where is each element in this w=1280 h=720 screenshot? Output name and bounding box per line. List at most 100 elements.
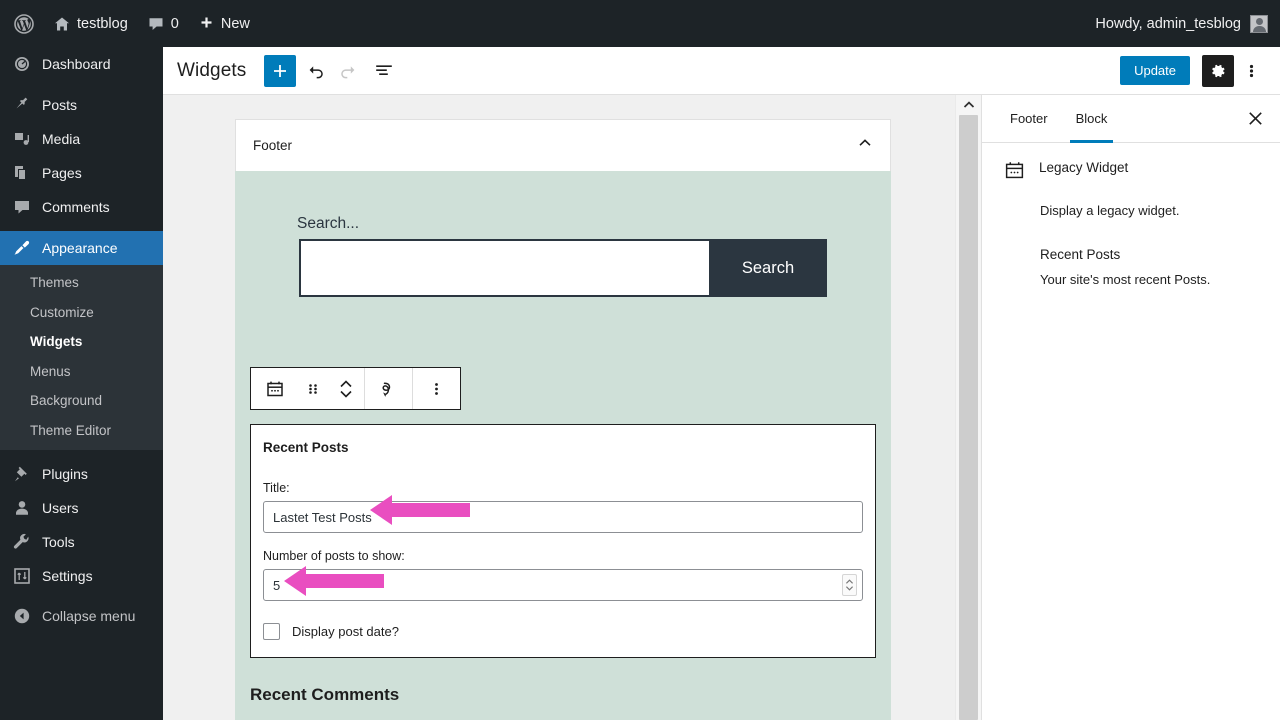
submenu-item-widgets[interactable]: Widgets bbox=[0, 327, 163, 357]
search-widget: Search bbox=[299, 239, 827, 297]
block-inspector-sidebar: Footer Block Legacy Widget Display a leg… bbox=[981, 95, 1280, 720]
undo-arrow-icon bbox=[309, 65, 324, 78]
site-name-label: testblog bbox=[77, 15, 128, 32]
close-sidebar-button[interactable] bbox=[1236, 95, 1274, 142]
canvas-scrollbar[interactable] bbox=[955, 95, 981, 720]
widget-area-header[interactable]: Footer bbox=[235, 119, 891, 171]
comment-bubble-icon bbox=[148, 16, 164, 32]
legacy-widget-block-icon bbox=[266, 381, 283, 396]
sidebar-item-tools[interactable]: Tools bbox=[0, 525, 163, 559]
gear-icon bbox=[1212, 64, 1225, 77]
move-block-button[interactable] bbox=[328, 368, 364, 409]
plug-icon bbox=[12, 465, 32, 483]
settings-button[interactable] bbox=[1202, 54, 1234, 87]
submenu-item-themes[interactable]: Themes bbox=[0, 268, 163, 298]
sidebar-item-media[interactable]: Media bbox=[0, 122, 163, 156]
home-icon bbox=[54, 16, 70, 32]
scrollbar-thumb[interactable] bbox=[959, 115, 978, 720]
sidebar-item-label: Tools bbox=[42, 534, 75, 551]
widgets-editor: Widgets Update Footer Search... Search R… bbox=[163, 47, 1280, 720]
field-gap bbox=[263, 533, 863, 549]
add-block-button[interactable] bbox=[264, 54, 297, 87]
comments-button[interactable]: 0 bbox=[138, 0, 189, 47]
display-post-date-label: Display post date? bbox=[292, 624, 399, 639]
sidebar-item-pages[interactable]: Pages bbox=[0, 156, 163, 190]
update-button[interactable]: Update bbox=[1120, 55, 1190, 86]
redo-button[interactable] bbox=[332, 55, 364, 87]
search-widget-label: Search... bbox=[297, 215, 360, 232]
drag-handle-dots-icon bbox=[309, 383, 317, 394]
block-options-button[interactable] bbox=[413, 368, 460, 409]
move-up-down-icon bbox=[340, 379, 352, 398]
sidebar-item-settings[interactable]: Settings bbox=[0, 559, 163, 593]
list-view-icon bbox=[376, 64, 393, 75]
close-x-icon bbox=[1248, 112, 1262, 125]
sidebar-item-appearance[interactable]: Appearance bbox=[0, 231, 163, 265]
tab-footer[interactable]: Footer bbox=[996, 95, 1062, 142]
display-post-date-row[interactable]: Display post date? bbox=[263, 623, 863, 640]
submenu-item-menus[interactable]: Menus bbox=[0, 357, 163, 387]
sidebar-item-dashboard[interactable]: Dashboard bbox=[0, 47, 163, 81]
inspector-block-name: Legacy Widget bbox=[1039, 160, 1129, 175]
tab-label: Block bbox=[1075, 111, 1108, 126]
submenu-item-background[interactable]: Background bbox=[0, 386, 163, 416]
submenu-label: Customize bbox=[30, 304, 94, 320]
undo-button[interactable] bbox=[300, 55, 332, 87]
wordpress-logo-button[interactable] bbox=[0, 0, 44, 47]
submenu-item-customize[interactable]: Customize bbox=[0, 298, 163, 328]
media-icon bbox=[12, 130, 32, 148]
tab-block[interactable]: Block bbox=[1062, 95, 1122, 143]
tab-label: Footer bbox=[1010, 111, 1048, 126]
collapse-menu-button[interactable]: Collapse menu bbox=[0, 599, 163, 633]
transform-arrow-icon bbox=[381, 381, 390, 397]
account-menu[interactable]: Howdy, admin_tesblog bbox=[1095, 14, 1280, 33]
display-post-date-checkbox[interactable] bbox=[263, 623, 280, 640]
submenu-label: Background bbox=[30, 393, 103, 409]
editor-canvas: Footer Search... Search Recent Posts Tit… bbox=[163, 95, 981, 720]
more-options-button[interactable] bbox=[1236, 55, 1266, 87]
redo-arrow-icon bbox=[341, 65, 355, 78]
block-type-button[interactable] bbox=[251, 368, 298, 409]
list-view-button[interactable] bbox=[368, 55, 400, 87]
pages-icon bbox=[12, 164, 32, 182]
block-toolbar-group-primary bbox=[251, 368, 365, 409]
scrollbar-up-button[interactable] bbox=[956, 97, 982, 113]
collapse-menu-label: Collapse menu bbox=[42, 608, 136, 625]
widget-form-heading: Recent Posts bbox=[263, 440, 349, 455]
sidebar-item-plugins[interactable]: Plugins bbox=[0, 457, 163, 491]
posts-count-label: Number of posts to show: bbox=[263, 549, 405, 563]
howdy-label: Howdy, admin_tesblog bbox=[1095, 15, 1241, 32]
search-input[interactable] bbox=[299, 239, 709, 297]
recent-posts-widget-form: Recent Posts Title: Lastet Test Posts Nu… bbox=[250, 424, 876, 658]
sidebar-item-label: Settings bbox=[42, 568, 93, 585]
new-content-button[interactable]: New bbox=[189, 0, 260, 47]
inspector-block-description: Display a legacy widget. bbox=[1040, 203, 1180, 218]
inspector-widget-section: Recent Posts Your site's most recent Pos… bbox=[1040, 247, 1260, 287]
collapse-arrow-icon bbox=[12, 607, 32, 625]
widget-area-title: Footer bbox=[253, 138, 293, 153]
paintbrush-icon bbox=[12, 239, 32, 257]
posts-count-value: 5 bbox=[273, 577, 281, 593]
menu-separator bbox=[0, 81, 163, 88]
site-name-button[interactable]: testblog bbox=[44, 0, 138, 47]
title-input[interactable]: Lastet Test Posts bbox=[263, 501, 863, 533]
spinner-arrows-icon bbox=[846, 579, 853, 591]
transform-button[interactable] bbox=[365, 368, 412, 409]
posts-count-input[interactable]: 5 bbox=[263, 569, 863, 601]
quantity-stepper[interactable] bbox=[842, 574, 857, 596]
plus-icon bbox=[199, 16, 214, 31]
drag-handle[interactable] bbox=[298, 368, 328, 409]
sidebar-item-posts[interactable]: Posts bbox=[0, 88, 163, 122]
sidebar-item-label: Appearance bbox=[42, 240, 118, 256]
submenu-item-theme-editor[interactable]: Theme Editor bbox=[0, 416, 163, 446]
new-content-label: New bbox=[220, 15, 250, 32]
search-submit-button[interactable]: Search bbox=[709, 239, 827, 297]
sidebar-item-comments[interactable]: Comments bbox=[0, 190, 163, 224]
sidebar-item-users[interactable]: Users bbox=[0, 491, 163, 525]
block-toolbar-group-transform bbox=[365, 368, 413, 409]
legacy-widget-block-icon bbox=[1004, 160, 1025, 186]
submenu-label: Menus bbox=[30, 363, 71, 379]
admin-bar: testblog 0 New Howdy, admin_tesblog bbox=[0, 0, 1280, 47]
widget-area-collapse-button[interactable] bbox=[857, 135, 873, 156]
sidebar-item-label: Users bbox=[42, 500, 79, 517]
